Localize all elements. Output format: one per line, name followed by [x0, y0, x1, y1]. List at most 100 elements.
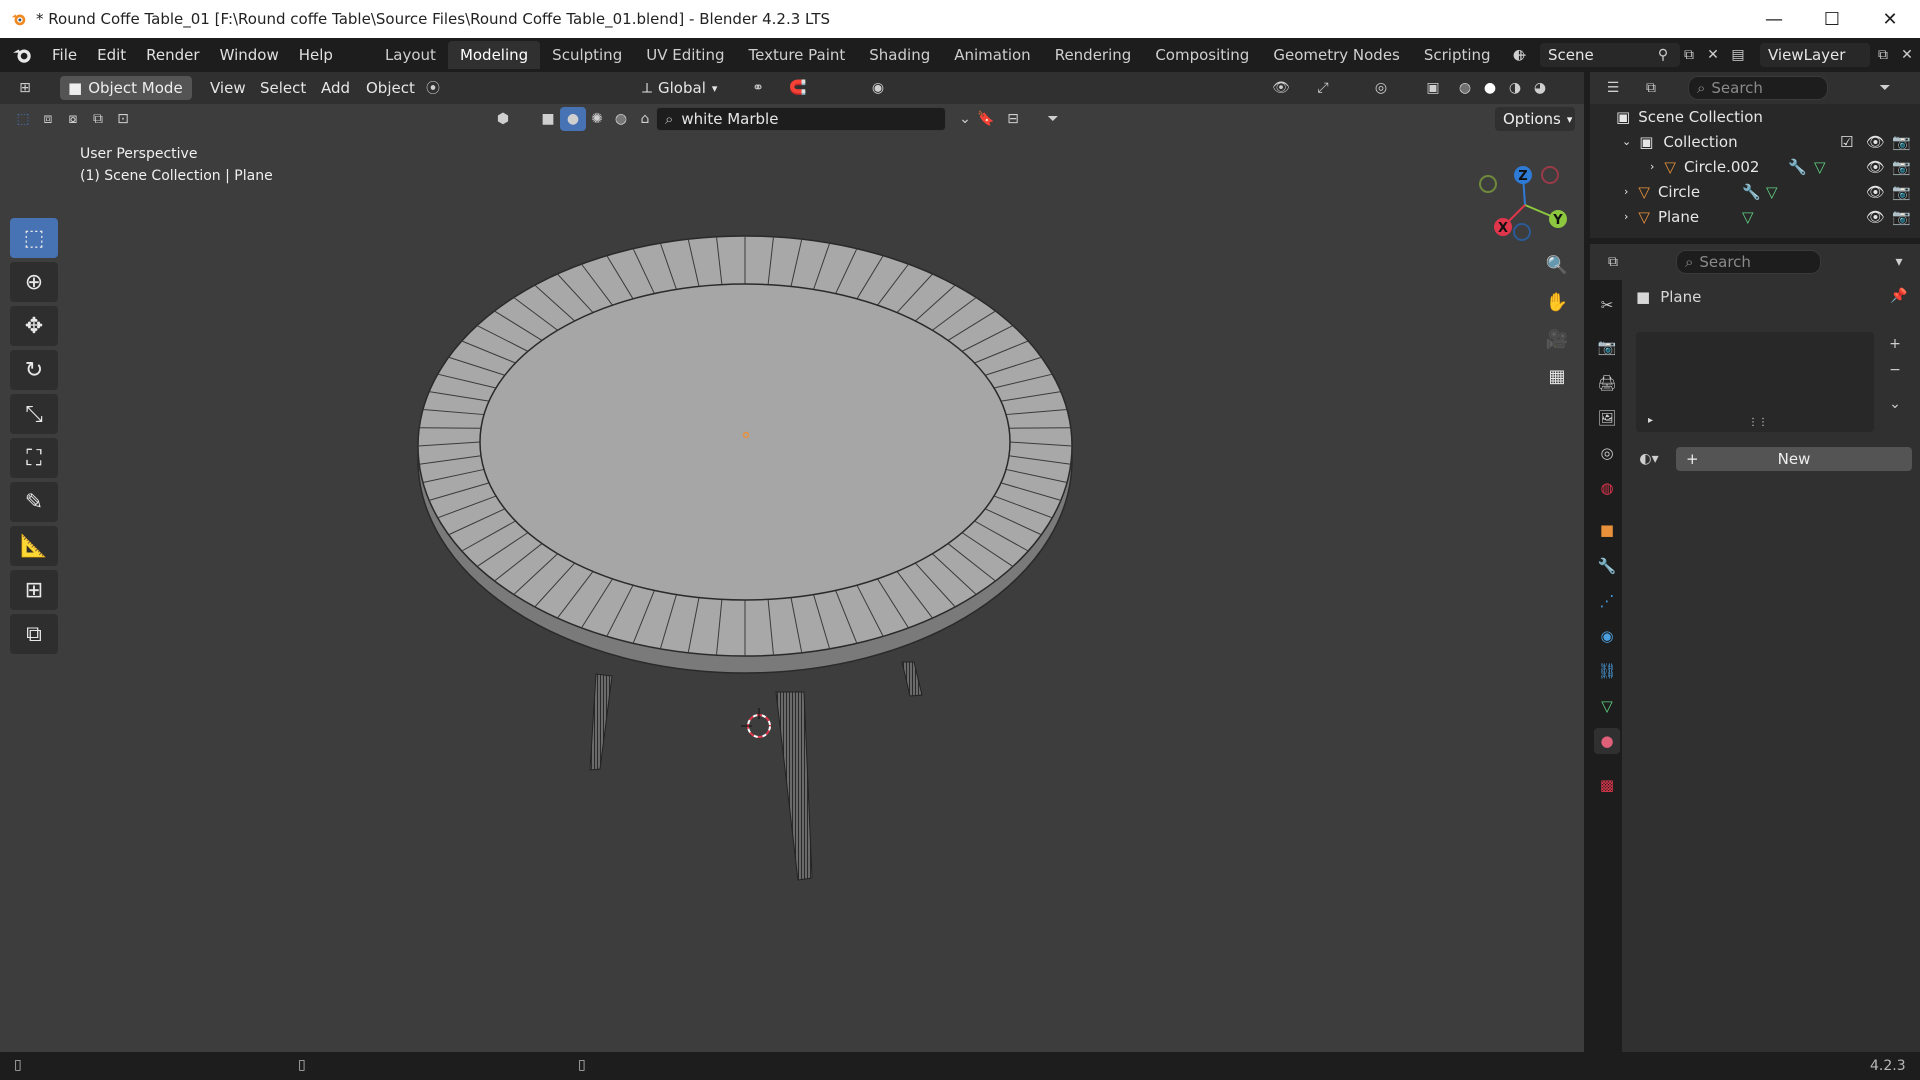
- menu-edit[interactable]: Edit: [87, 46, 136, 64]
- select-subtract-icon[interactable]: ⧇: [60, 107, 86, 131]
- select-new-icon[interactable]: ⬚: [10, 107, 36, 131]
- camera-icon[interactable]: 📷: [1892, 158, 1911, 176]
- pivot-icon[interactable]: ⚭: [745, 76, 771, 100]
- solid-shading-icon[interactable]: ●: [1477, 76, 1503, 100]
- material-preview-icon[interactable]: ⬢: [490, 107, 516, 131]
- menu-object[interactable]: Object: [366, 76, 415, 100]
- outliner-item[interactable]: › ▽ Circle 🔧 ▽ 👁 📷: [1590, 179, 1920, 204]
- new-view-layer-icon[interactable]: ⧉: [1870, 43, 1896, 67]
- move-tool[interactable]: ✥: [10, 306, 58, 346]
- constraints-tab-icon[interactable]: ⛓: [1594, 658, 1620, 684]
- material-search-field[interactable]: ⌕ white Marble: [656, 107, 946, 131]
- pin-icon[interactable]: 📌: [1886, 284, 1912, 308]
- chevron-down-icon[interactable]: ▾: [1886, 250, 1912, 274]
- tab-texture-paint[interactable]: Texture Paint: [736, 41, 857, 69]
- new-scene-icon[interactable]: ⧉: [1676, 43, 1702, 67]
- checkbox-icon[interactable]: ☑: [1840, 133, 1853, 151]
- remove-scene-icon[interactable]: ✕: [1700, 43, 1726, 67]
- select-invert-icon[interactable]: ⧉: [85, 107, 111, 131]
- resize-handle-icon[interactable]: ⋮⋮: [1748, 417, 1768, 428]
- menu-help[interactable]: Help: [289, 46, 343, 64]
- add-slot-button[interactable]: +: [1882, 332, 1908, 356]
- options-dropdown[interactable]: Options ▾: [1495, 107, 1575, 131]
- select-intersect-icon[interactable]: ⊡: [110, 107, 136, 131]
- menu-add[interactable]: Add: [321, 76, 350, 100]
- eye-icon[interactable]: 👁: [1866, 208, 1885, 226]
- camera-icon[interactable]: 📷: [1892, 208, 1911, 226]
- data-tab-icon[interactable]: ▽: [1594, 693, 1620, 719]
- physics-tab-icon[interactable]: ◉: [1594, 623, 1620, 649]
- tab-uv-editing[interactable]: UV Editing: [634, 41, 736, 69]
- gizmo-toggle-icon[interactable]: ⤢: [1310, 76, 1336, 100]
- tab-geometry-nodes[interactable]: Geometry Nodes: [1261, 41, 1412, 69]
- overlays-icon[interactable]: ◎: [1368, 76, 1394, 100]
- visibility-icon[interactable]: 👁: [1268, 76, 1294, 100]
- tab-layout[interactable]: Layout: [373, 41, 448, 69]
- rotate-tool[interactable]: ↻: [10, 350, 58, 390]
- select-box-tool[interactable]: ⬚: [10, 218, 58, 258]
- pan-button[interactable]: ✋: [1540, 285, 1574, 319]
- remove-view-layer-icon[interactable]: ✕: [1894, 43, 1920, 67]
- scene-tab-icon[interactable]: ◎: [1594, 440, 1620, 466]
- tab-animation[interactable]: Animation: [942, 41, 1042, 69]
- view-layer-icon[interactable]: ▤: [1725, 43, 1751, 67]
- menu-window[interactable]: Window: [210, 46, 289, 64]
- display-mode-icon[interactable]: ⧉: [1638, 76, 1664, 100]
- texture-world-icon[interactable]: ◍: [608, 107, 634, 131]
- tab-scripting[interactable]: Scripting: [1412, 41, 1503, 69]
- view-layer-field[interactable]: ViewLayer: [1760, 43, 1870, 67]
- camera-icon[interactable]: 📷: [1892, 133, 1911, 151]
- maximize-button[interactable]: ☐: [1803, 0, 1861, 38]
- menu-file[interactable]: File: [42, 46, 87, 64]
- bookmark-icon[interactable]: 🔖: [973, 107, 999, 131]
- ortho-toggle-button[interactable]: ▦: [1540, 359, 1574, 393]
- transform-orientation-dropdown[interactable]: ⟂ Global ▾: [642, 76, 717, 100]
- camera-icon[interactable]: 📷: [1892, 183, 1911, 201]
- proportional-editing-icon[interactable]: ◉: [865, 76, 891, 100]
- filter-icon[interactable]: ⏷: [1872, 76, 1898, 100]
- outliner-scene-collection[interactable]: ▣ Scene Collection: [1590, 104, 1920, 129]
- properties-search-input[interactable]: ⌕ Search: [1676, 250, 1821, 274]
- outliner-collection[interactable]: ⌄ ▣ Collection ☑ 👁 📷: [1590, 129, 1920, 154]
- material-sphere-icon[interactable]: ●: [560, 107, 586, 131]
- blender-logo-icon[interactable]: [12, 44, 34, 66]
- camera-view-button[interactable]: 🎥: [1540, 322, 1574, 356]
- menu-select[interactable]: Select: [260, 76, 306, 100]
- material-tab-icon[interactable]: ●: [1594, 728, 1620, 754]
- filter-icon[interactable]: ⏷: [1040, 107, 1066, 131]
- render-tab-icon[interactable]: 📷: [1594, 334, 1620, 360]
- 3d-viewport[interactable]: ⬚ ⊕ ✥ ↻ ⤡ ⛶ ✎ 📐 ⊞ ⧉ User Perspective (1)…: [0, 72, 1584, 1052]
- eye-icon[interactable]: 👁: [1866, 133, 1885, 151]
- extrude-tool[interactable]: ⧉: [10, 614, 58, 654]
- new-material-button[interactable]: + New: [1676, 447, 1912, 471]
- outliner-item[interactable]: › ▽ Circle.002 🔧 ▽ 👁 📷: [1590, 154, 1920, 179]
- snap-icon[interactable]: ⦿: [420, 76, 446, 100]
- particles-tab-icon[interactable]: ⋰: [1594, 588, 1620, 614]
- annotate-tool[interactable]: ✎: [10, 482, 58, 522]
- texture-flat-icon[interactable]: ■: [535, 107, 561, 131]
- output-tab-icon[interactable]: 🖨: [1594, 370, 1620, 396]
- snapping-icon[interactable]: 🧲: [785, 76, 811, 100]
- viewport-canvas[interactable]: [0, 72, 1584, 1052]
- minimize-button[interactable]: —: [1745, 0, 1803, 38]
- tab-shading[interactable]: Shading: [857, 41, 942, 69]
- properties-editor-icon[interactable]: ⧉: [1600, 250, 1626, 274]
- transform-tool[interactable]: ⛶: [10, 438, 58, 478]
- tab-compositing[interactable]: Compositing: [1143, 41, 1261, 69]
- mode-dropdown[interactable]: ■ Object Mode: [60, 76, 192, 100]
- tab-sculpting[interactable]: Sculpting: [540, 41, 634, 69]
- menu-view[interactable]: View: [210, 76, 246, 100]
- wireframe-shading-icon[interactable]: ◍: [1452, 76, 1478, 100]
- cursor-tool[interactable]: ⊕: [10, 262, 58, 302]
- material-slot-list[interactable]: ▸ ⋮⋮: [1636, 332, 1874, 432]
- select-extend-icon[interactable]: ⧈: [35, 107, 61, 131]
- zoom-button[interactable]: 🔍: [1540, 248, 1574, 282]
- display-mode-icon[interactable]: ⊟: [1000, 107, 1026, 131]
- scale-tool[interactable]: ⤡: [10, 394, 58, 434]
- tab-rendering[interactable]: Rendering: [1043, 41, 1144, 69]
- measure-tool[interactable]: 📐: [10, 526, 58, 566]
- outliner-search-input[interactable]: ⌕ Search: [1688, 76, 1828, 100]
- texture-brush-icon[interactable]: ⌂: [632, 107, 658, 131]
- modifier-tab-icon[interactable]: 🔧: [1594, 553, 1620, 579]
- tool-tab-icon[interactable]: ✂: [1594, 292, 1620, 318]
